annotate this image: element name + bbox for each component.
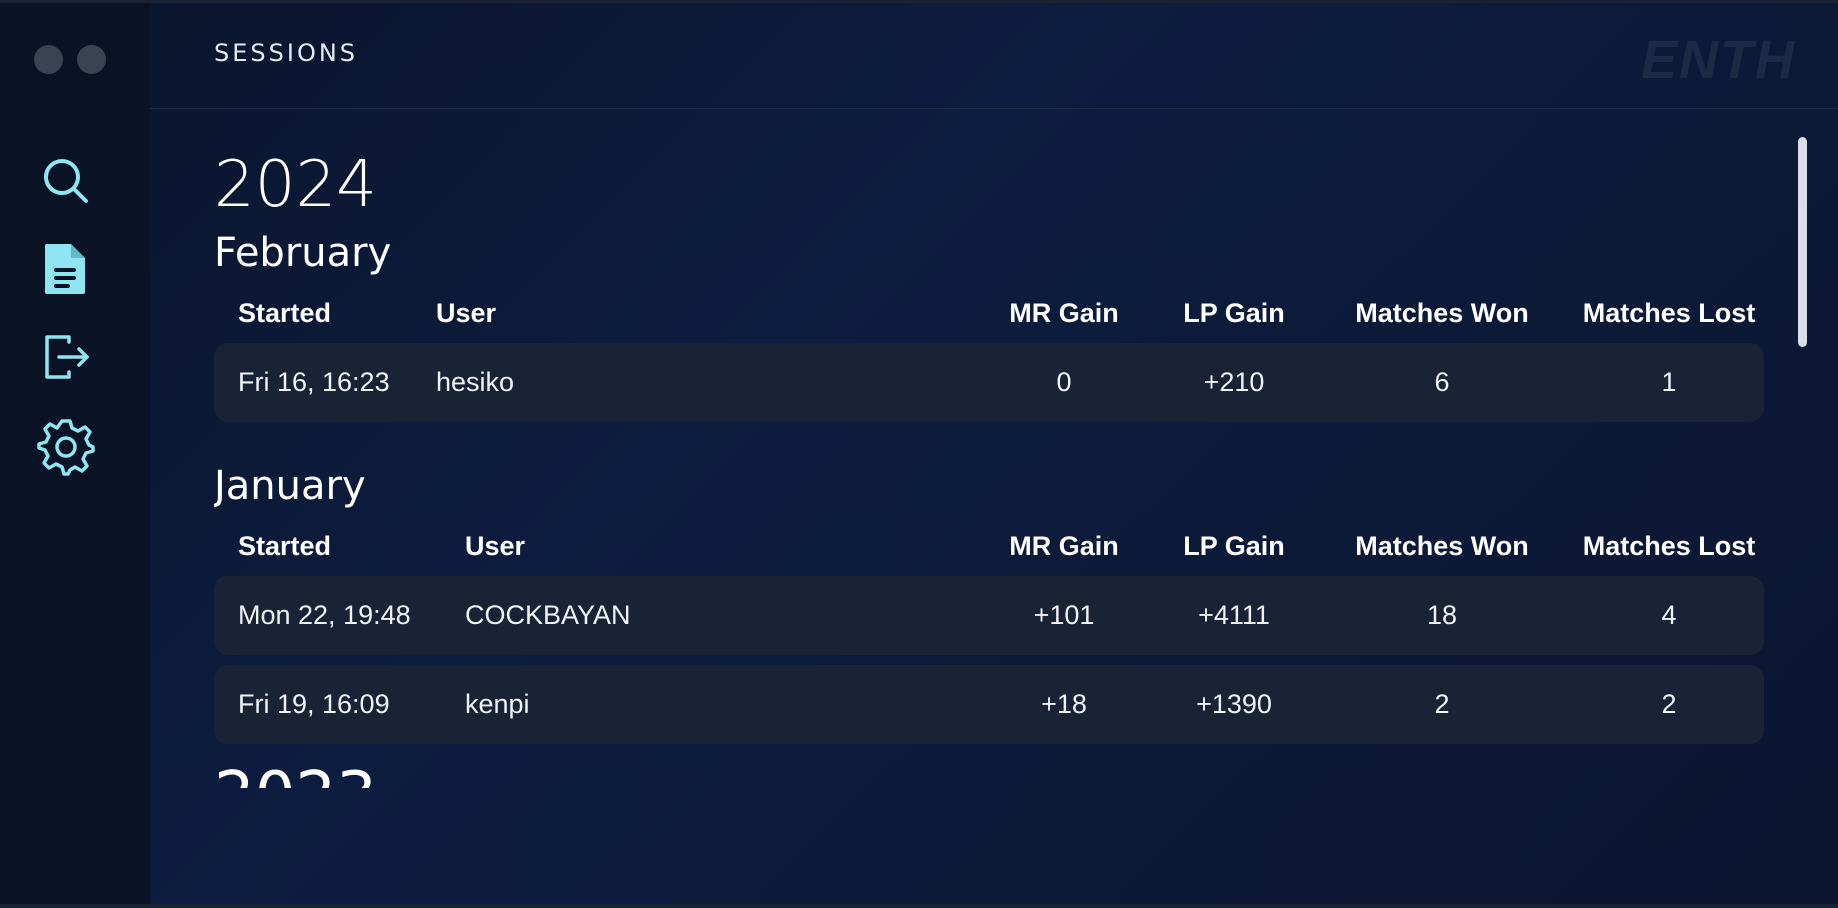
cell-mr-gain: +101 <box>1033 600 1095 630</box>
table-header: Started User MR Gain LP Gain Matches Won… <box>214 516 1764 576</box>
cell-matches-won: 2 <box>1434 689 1450 719</box>
column-header-user[interactable]: User <box>465 516 525 576</box>
app-window: SESSIONS ENTH 2024 February Started User… <box>0 3 1838 905</box>
month-heading: January <box>214 463 366 509</box>
column-header-lp-gain[interactable]: LP Gain <box>1174 283 1294 343</box>
table-header: Started User MR Gain LP Gain Matches Won… <box>214 283 1764 343</box>
header: SESSIONS ENTH <box>150 3 1838 109</box>
column-header-mr-gain[interactable]: MR Gain <box>1004 516 1124 576</box>
document-icon[interactable] <box>36 239 96 299</box>
table-row[interactable]: Mon 22, 19:48 COCKBAYAN +101 +4111 18 4 <box>214 576 1764 655</box>
column-header-started[interactable]: Started <box>238 283 331 343</box>
page-title: SESSIONS <box>214 39 359 67</box>
cell-user: COCKBAYAN <box>465 600 631 630</box>
column-header-matches-won[interactable]: Matches Won <box>1347 283 1537 343</box>
gear-icon[interactable] <box>36 417 96 477</box>
column-header-matches-lost[interactable]: Matches Lost <box>1574 516 1764 576</box>
column-header-matches-lost[interactable]: Matches Lost <box>1574 283 1764 343</box>
cell-lp-gain: +4111 <box>1198 600 1270 630</box>
app-logo: ENTH <box>1641 30 1796 90</box>
cell-user: kenpi <box>465 689 530 719</box>
cell-started: Mon 22, 19:48 <box>238 600 411 630</box>
window-minimize-dot[interactable] <box>77 45 106 74</box>
cell-mr-gain: +18 <box>1041 689 1087 719</box>
year-heading: 2023 <box>214 758 1766 788</box>
column-header-user[interactable]: User <box>436 283 496 343</box>
sidebar <box>0 3 150 905</box>
column-header-lp-gain[interactable]: LP Gain <box>1174 516 1294 576</box>
cell-matches-lost: 1 <box>1661 367 1677 397</box>
window-close-dot[interactable] <box>34 45 63 74</box>
cell-matches-won: 6 <box>1434 367 1450 397</box>
year-heading: 2024 <box>214 148 377 222</box>
column-header-started[interactable]: Started <box>238 516 331 576</box>
cell-started: Fri 16, 16:23 <box>238 367 390 397</box>
cell-mr-gain: 0 <box>1056 367 1072 397</box>
cell-started: Fri 19, 16:09 <box>238 689 390 719</box>
column-header-matches-won[interactable]: Matches Won <box>1347 516 1537 576</box>
background-window-strip <box>0 904 1838 908</box>
cell-lp-gain: +210 <box>1203 367 1265 397</box>
cell-matches-lost: 2 <box>1661 689 1677 719</box>
cell-user: hesiko <box>436 367 515 397</box>
month-heading: February <box>214 230 392 276</box>
scrollbar-thumb[interactable] <box>1798 137 1807 347</box>
sessions-list[interactable]: 2024 February Started User MR Gain LP Ga… <box>214 109 1766 815</box>
column-header-mr-gain[interactable]: MR Gain <box>1004 283 1124 343</box>
cell-matches-won: 18 <box>1426 600 1458 630</box>
logout-icon[interactable] <box>36 327 96 387</box>
table-row[interactable]: Fri 16, 16:23 hesiko 0 +210 6 1 <box>214 343 1764 422</box>
search-icon[interactable] <box>36 151 96 211</box>
main-content: SESSIONS ENTH 2024 February Started User… <box>150 3 1838 905</box>
table-row[interactable]: Fri 19, 16:09 kenpi +18 +1390 2 2 <box>214 665 1764 744</box>
cell-lp-gain: +1390 <box>1196 689 1272 719</box>
cell-matches-lost: 4 <box>1661 600 1677 630</box>
